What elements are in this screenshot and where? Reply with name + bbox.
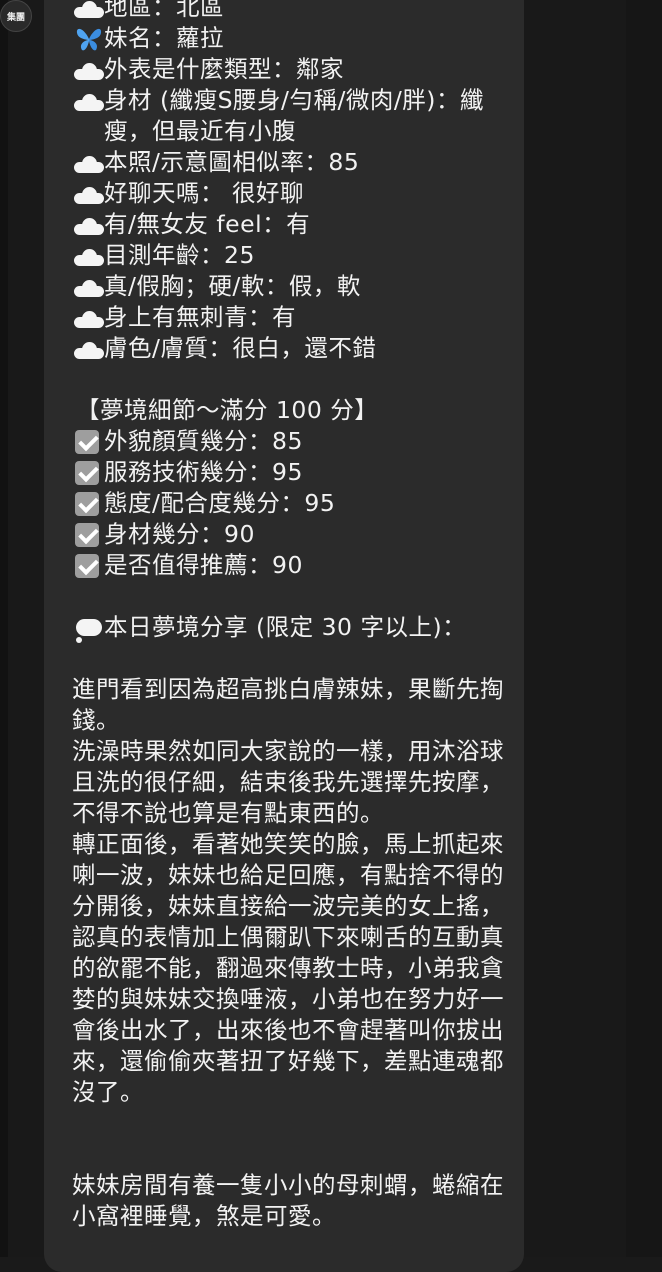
share-header: 本日夢境分享 (限定 30 字以上)： (72, 612, 512, 643)
score-text: 是否值得推薦：90 (104, 551, 303, 579)
right-edge (626, 0, 662, 1257)
cloud-icon (72, 147, 104, 178)
profile-text: 有/無女友 feel：有 (104, 210, 311, 238)
profile-line-body: 身材 (纖瘦S腰身/勻稱/微肉/胖)：纖瘦，但最近有小腹 (72, 85, 512, 147)
story-paragraph: 進門看到因為超高挑白膚辣妹，果斷先掏錢。 (72, 675, 504, 734)
score-text: 服務技術幾分：95 (104, 458, 303, 486)
score-line: 態度/配合度幾分：95 (72, 488, 512, 519)
score-line: 是否值得推薦：90 (72, 550, 512, 581)
cloud-icon (72, 271, 104, 302)
message-content: 地區：北區 妹名：蘿拉 外表是什麼類型：鄰家 身材 (纖瘦S腰身/勻稱/微肉/胖… (72, 0, 512, 1232)
cloud-icon (72, 178, 104, 209)
checkbox-icon (72, 519, 104, 550)
profile-line-tattoo: 身上有無刺青：有 (72, 302, 512, 333)
profile-line-age: 目測年齡：25 (72, 240, 512, 271)
profile-line-region: 地區：北區 (72, 0, 512, 23)
story-paragraph: 洗澡時果然如同大家說的一樣，用沐浴球且洗的很仔細，結束後我先選擇先按摩，不得不說… (72, 737, 504, 827)
profile-line-chest: 真/假胸；硬/軟：假，軟 (72, 271, 512, 302)
checkbox-icon (72, 426, 104, 457)
share-header-text: 本日夢境分享 (限定 30 字以上)： (104, 613, 467, 641)
cloud-icon (72, 85, 104, 116)
cloud-icon (72, 209, 104, 240)
thought-bubble-icon (72, 612, 104, 643)
profile-text: 真/假胸；硬/軟：假，軟 (104, 272, 361, 300)
profile-text: 身材 (纖瘦S腰身/勻稱/微肉/胖)：纖瘦，但最近有小腹 (104, 86, 484, 145)
scores-header: 【夢境細節～滿分 100 分】 (76, 396, 379, 424)
cloud-icon (72, 302, 104, 333)
profile-line-skin: 膚色/膚質：很白，還不錯 (72, 333, 512, 364)
cloud-icon (72, 240, 104, 271)
avatar-label: 集團 (6, 12, 25, 23)
cloud-icon (72, 333, 104, 364)
profile-text: 妹名：蘿拉 (104, 24, 224, 52)
checkbox-icon (72, 550, 104, 581)
profile-line-gf: 有/無女友 feel：有 (72, 209, 512, 240)
cloud-icon (72, 0, 104, 23)
left-edge (0, 0, 8, 1257)
story-paragraph: 妹妹房間有養一隻小小的母刺蝟，蜷縮在小窩裡睡覺，煞是可愛。 (72, 1171, 504, 1230)
profile-text: 好聊天嗎： 很好聊 (104, 179, 304, 207)
story-paragraph: 轉正面後，看著她笑笑的臉，馬上抓起來喇一波，妹妹也給足回應，有點捨不得的分開後，… (72, 830, 504, 1106)
score-text: 身材幾分：90 (104, 520, 255, 548)
checkbox-icon (72, 488, 104, 519)
profile-text: 身上有無刺青：有 (104, 303, 296, 331)
profile-text: 地區：北區 (104, 0, 224, 21)
profile-line-chat: 好聊天嗎： 很好聊 (72, 178, 512, 209)
score-line: 外貌顏質幾分：85 (72, 426, 512, 457)
profile-text: 目測年齡：25 (104, 241, 255, 269)
profile-line-name: 妹名：蘿拉 (72, 23, 512, 54)
score-text: 態度/配合度幾分：95 (104, 489, 336, 517)
profile-text: 膚色/膚質：很白，還不錯 (104, 334, 377, 362)
profile-line-similarity: 本照/示意圖相似率：85 (72, 147, 512, 178)
butterfly-icon (72, 23, 104, 54)
checkbox-icon (72, 457, 104, 488)
profile-text: 外表是什麼類型：鄰家 (104, 55, 344, 83)
score-line: 服務技術幾分：95 (72, 457, 512, 488)
cloud-icon (72, 54, 104, 85)
score-text: 外貌顏質幾分：85 (104, 427, 303, 455)
avatar[interactable]: 集團 (0, 0, 32, 32)
profile-line-type: 外表是什麼類型：鄰家 (72, 54, 512, 85)
profile-text: 本照/示意圖相似率：85 (104, 148, 360, 176)
score-line: 身材幾分：90 (72, 519, 512, 550)
